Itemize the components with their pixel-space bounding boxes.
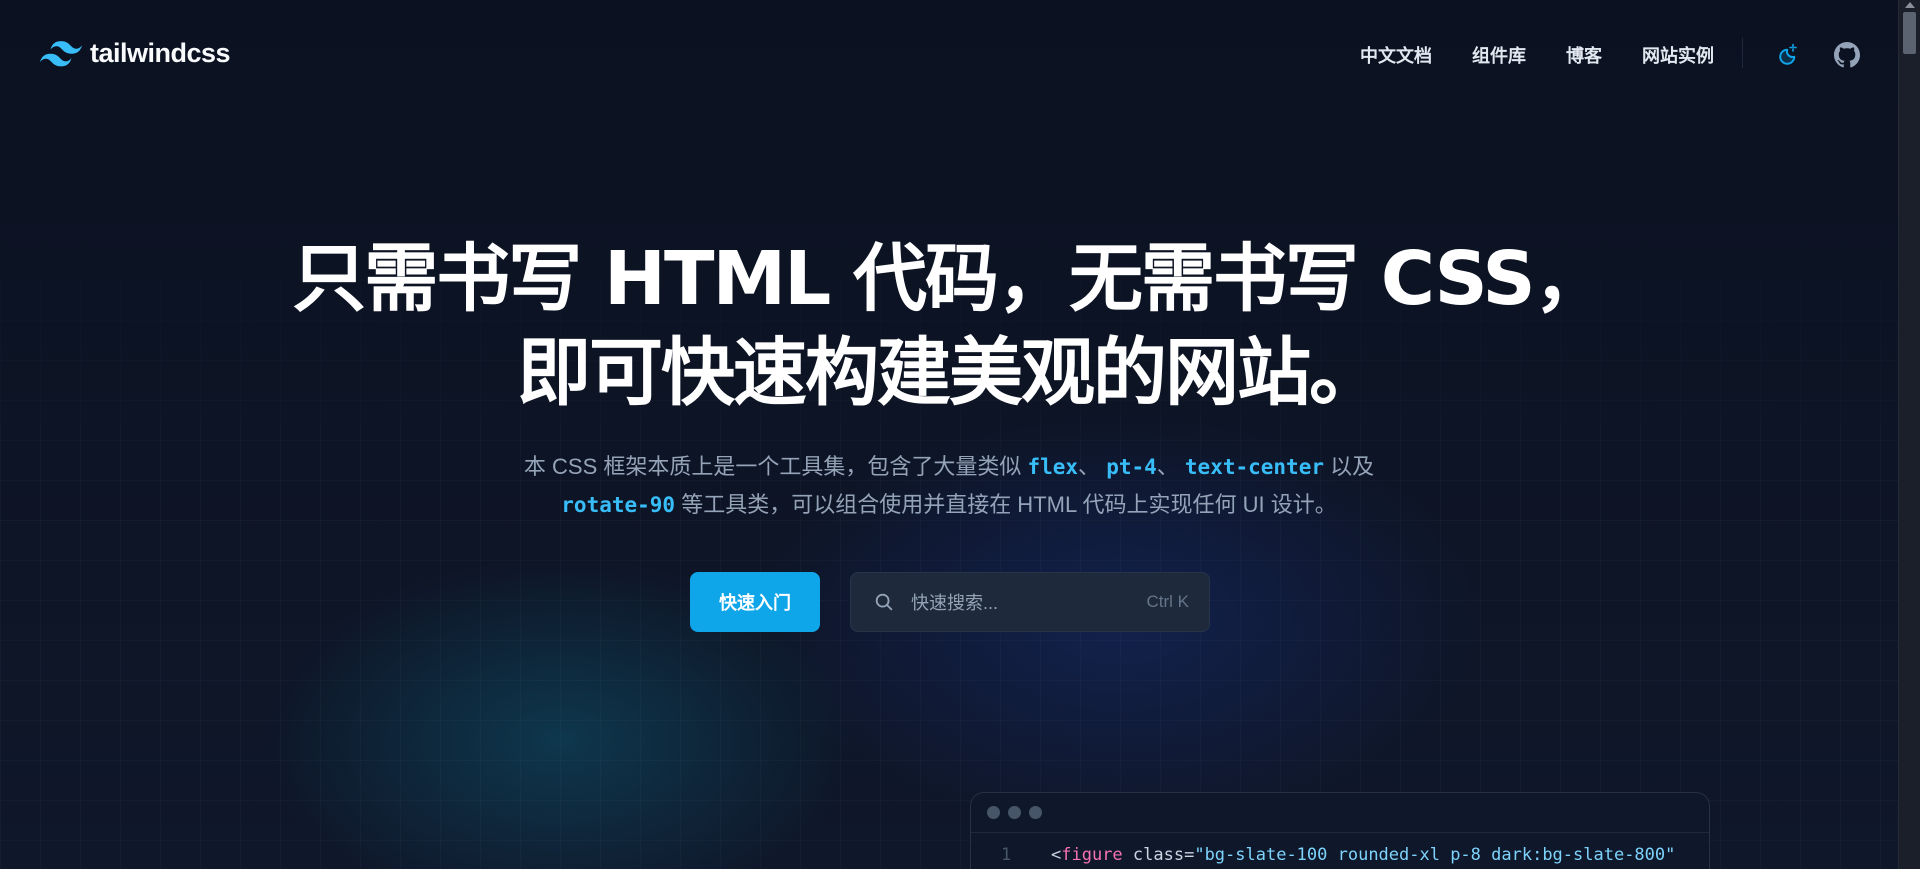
code-tag-name: figure bbox=[1061, 845, 1123, 865]
main-nav: 中文文档 组件库 博客 网站实例 bbox=[1320, 42, 1714, 68]
moon-sparkle-icon bbox=[1779, 43, 1797, 65]
search-icon bbox=[875, 593, 893, 611]
code-pt-4: pt-4 bbox=[1106, 455, 1157, 479]
nav-item-showcase[interactable]: 网站实例 bbox=[1642, 42, 1714, 68]
get-started-button[interactable]: 快速入门 bbox=[690, 572, 820, 632]
search-shortcut: Ctrl K bbox=[1146, 592, 1190, 611]
logo-text: tailwindcss bbox=[90, 38, 231, 68]
hero-title-line-2: 即可快速构建美观的网站。 bbox=[517, 330, 1383, 416]
tailwind-wave-icon bbox=[40, 40, 82, 66]
site-header: tailwindcss 中文文档 组件库 博客 网站实例 bbox=[0, 0, 1898, 110]
github-link[interactable] bbox=[1834, 42, 1860, 68]
subtitle-text-3: 等工具类，可以组合使用并直接在 HTML 代码上实现任何 UI 设计。 bbox=[675, 492, 1337, 517]
page-scrollbar[interactable] bbox=[1898, 0, 1920, 869]
code-text-center: text-center bbox=[1184, 455, 1324, 479]
window-dot-icon bbox=[1029, 806, 1042, 819]
hero-title-line-1: 只需书写 HTML 代码，无需书写 CSS， bbox=[292, 236, 1607, 322]
code-flex: flex bbox=[1027, 455, 1079, 479]
code-content: <figure class="bg-slate-100 rounded-xl p… bbox=[1051, 845, 1675, 865]
subtitle-text-2: 以及 bbox=[1323, 454, 1375, 479]
search-placeholder: 快速搜索... bbox=[911, 593, 999, 613]
scroll-up-icon[interactable] bbox=[1905, 2, 1915, 8]
hero-title: 只需书写 HTML 代码，无需书写 CSS， 即可快速构建美观的网站。 bbox=[0, 232, 1898, 420]
logo[interactable]: tailwindcss bbox=[40, 38, 231, 69]
code-attr-name: class= bbox=[1122, 845, 1195, 865]
nav-item-blog[interactable]: 博客 bbox=[1566, 42, 1602, 68]
hero-subtitle: 本 CSS 框架本质上是一个工具集，包含了大量类似 flex、 pt-4、 te… bbox=[0, 448, 1898, 524]
background-grid bbox=[0, 0, 1898, 869]
code-attr-value: "bg-slate-100 rounded-xl p-8 dark:bg-sla… bbox=[1194, 845, 1676, 865]
subtitle-text-1: 本 CSS 框架本质上是一个工具集，包含了大量类似 bbox=[523, 454, 1028, 479]
subtitle-sep-2: 、 bbox=[1156, 454, 1179, 479]
window-dot-icon bbox=[987, 806, 1000, 819]
nav-item-components[interactable]: 组件库 bbox=[1472, 42, 1526, 68]
nav-divider bbox=[1742, 38, 1743, 68]
theme-toggle-button[interactable] bbox=[1776, 42, 1800, 66]
window-titlebar bbox=[971, 793, 1709, 833]
code-tag-open: < bbox=[1051, 845, 1062, 865]
nav-item-docs[interactable]: 中文文档 bbox=[1360, 42, 1432, 68]
github-icon bbox=[1834, 42, 1860, 68]
code-preview-window: 1 <figure class="bg-slate-100 rounded-xl… bbox=[970, 792, 1710, 869]
line-number: 1 bbox=[1001, 845, 1012, 865]
subtitle-sep-1: 、 bbox=[1078, 454, 1101, 479]
window-dot-icon bbox=[1008, 806, 1021, 819]
code-rotate-90: rotate-90 bbox=[561, 493, 676, 517]
scrollbar-thumb[interactable] bbox=[1903, 12, 1916, 54]
quick-search-button[interactable]: 快速搜索... Ctrl K bbox=[850, 572, 1210, 632]
